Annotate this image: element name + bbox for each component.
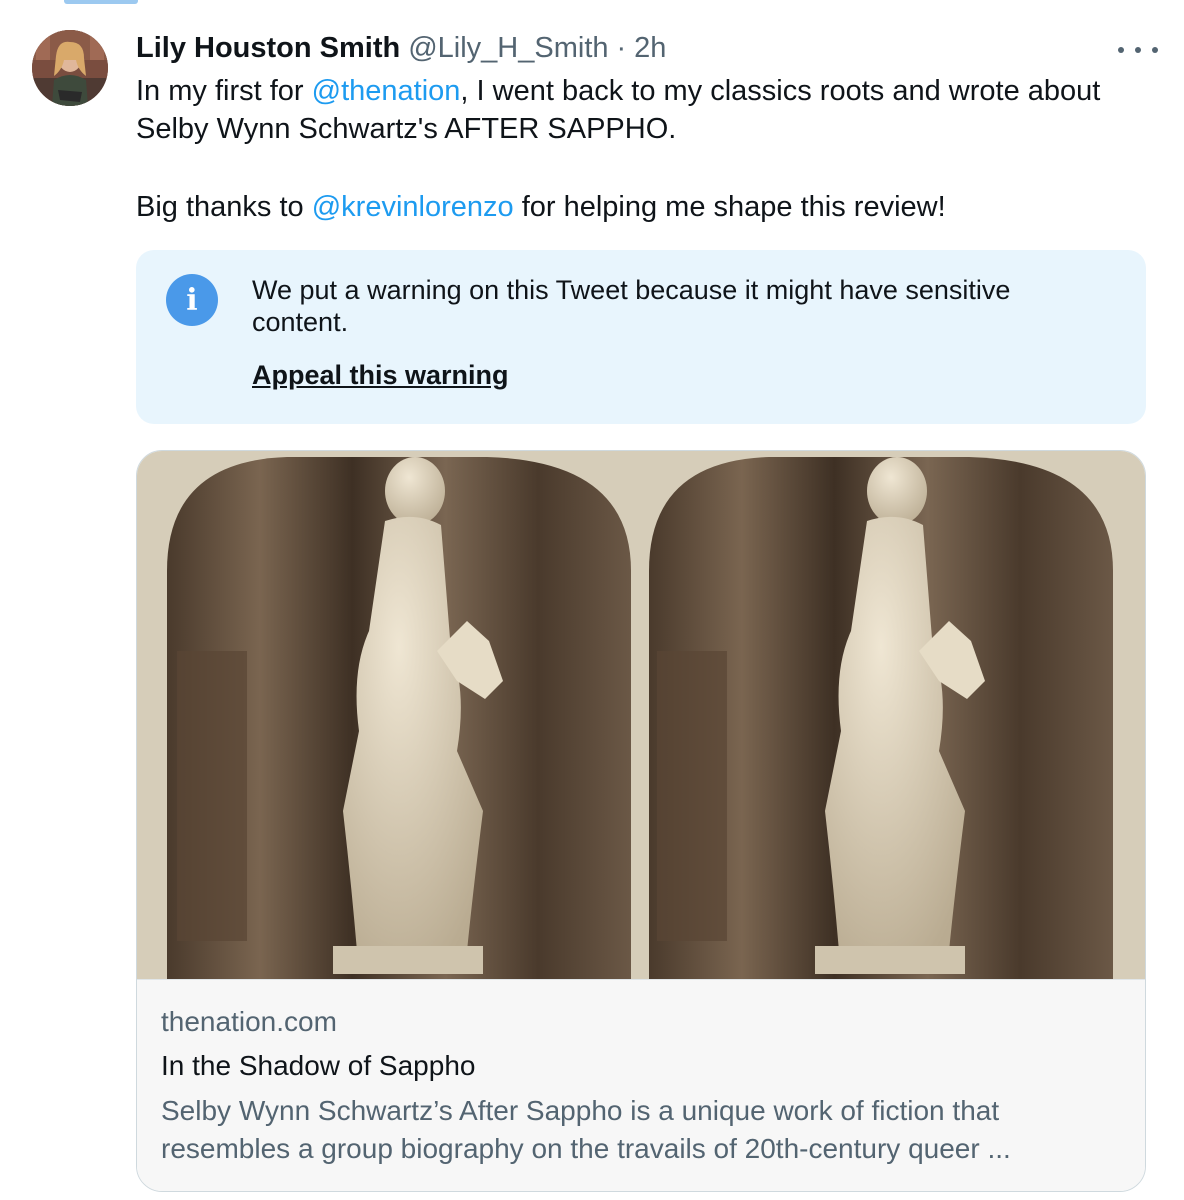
appeal-warning-link[interactable]: Appeal this warning xyxy=(252,360,509,391)
separator-dot: · xyxy=(616,31,627,64)
link-preview-image[interactable] xyxy=(137,451,1145,979)
mention-krevinlorenzo[interactable]: @krevinlorenzo xyxy=(312,191,514,223)
link-title[interactable]: In the Shadow of Sappho xyxy=(161,1050,475,1082)
sensitive-content-warning: i We put a warning on this Tweet because… xyxy=(136,250,1146,424)
author-name[interactable]: Lily Houston Smith xyxy=(136,32,400,65)
tweet-text-segment: for helping me shape this review! xyxy=(513,191,946,223)
tweet-paragraph-2: Big thanks to @krevinlorenzo for helping… xyxy=(136,188,1146,226)
tweet-text-segment: Big thanks to xyxy=(136,191,312,223)
tweet-header: Lily Houston Smith @Lily_H_Smith · 2h xyxy=(136,28,666,68)
tweet-text-segment: In my first for xyxy=(136,75,312,107)
warning-message: We put a warning on this Tweet because i… xyxy=(252,275,1011,337)
link-description: Selby Wynn Schwartz’s After Sappho is a … xyxy=(161,1095,1011,1164)
info-icon: i xyxy=(166,274,218,326)
tweet-text: In my first for @thenation, I went back … xyxy=(136,72,1146,226)
more-horizontal-icon[interactable] xyxy=(1118,38,1158,62)
link-preview-card[interactable]: thenation.com In the Shadow of Sappho Se… xyxy=(136,450,1146,1192)
author-handle[interactable]: @Lily_H_Smith xyxy=(408,32,608,65)
tweet-paragraph-1: In my first for @thenation, I went back … xyxy=(136,72,1146,148)
link-domain: thenation.com xyxy=(161,1006,337,1037)
mention-thenation[interactable]: @thenation xyxy=(312,75,461,107)
tweet-timestamp[interactable]: 2h xyxy=(634,32,666,65)
top-highlight-bar xyxy=(64,0,138,4)
link-preview-body[interactable]: thenation.com In the Shadow of Sappho Se… xyxy=(137,979,1145,1191)
avatar[interactable] xyxy=(32,30,108,106)
